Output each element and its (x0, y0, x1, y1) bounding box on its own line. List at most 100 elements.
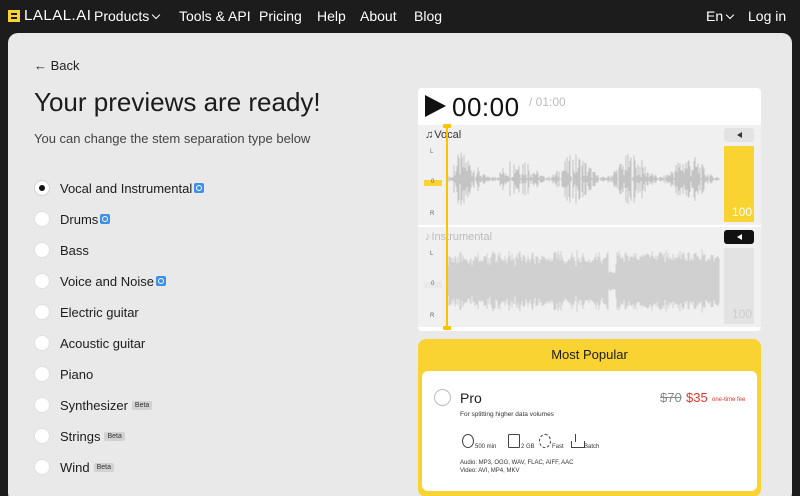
language-label: En (706, 8, 724, 24)
logo[interactable]: LALAL.AI (8, 7, 91, 24)
stem-option[interactable]: Synthesizer Beta (34, 395, 153, 415)
beta-badge: Beta (104, 431, 125, 441)
main-card: ← Back Your previews are ready! You can … (8, 33, 792, 496)
stem-option[interactable]: Voice and Noise (34, 271, 166, 291)
stem-option[interactable]: Electric guitar (34, 302, 139, 322)
plan-card-pro[interactable]: Pro For splitting higher data volumes $7… (422, 371, 757, 491)
track-name: ♪ Instrumental (425, 231, 492, 243)
stem-label: Voice and Noise (60, 273, 154, 289)
stem-radio[interactable] (34, 242, 50, 258)
beta-badge: Beta (131, 400, 153, 410)
play-icon[interactable] (425, 95, 446, 117)
nav-pricing[interactable]: Pricing (259, 8, 302, 24)
page-title: Your previews are ready! (34, 87, 321, 117)
channel-left-label: L (430, 149, 434, 155)
channel-left-label: L (430, 251, 434, 257)
stem-radio[interactable] (34, 335, 50, 351)
volume-value: 100 (731, 205, 752, 219)
mute-button[interactable] (724, 230, 754, 244)
stem-option[interactable]: Strings Beta (34, 426, 125, 446)
mute-button[interactable] (724, 128, 754, 142)
feature-label: Batch (584, 444, 600, 450)
chevron-down-icon (725, 10, 735, 20)
back-link[interactable]: ← Back (34, 58, 80, 73)
stem-radio[interactable] (34, 428, 50, 444)
track-vocal: ♫Vocal L 0 R 100 (418, 125, 761, 225)
plan-radio[interactable] (434, 389, 451, 406)
new-price: $35 (686, 390, 708, 405)
stem-label: Piano (60, 366, 94, 382)
language-selector[interactable]: En (706, 8, 735, 24)
pan-control[interactable]: L 0 R (424, 247, 442, 321)
music-note-icon: ♪ (425, 231, 431, 243)
stem-radio[interactable] (34, 459, 50, 475)
stem-radio[interactable] (34, 180, 50, 196)
pro-badge-icon (194, 183, 205, 193)
track-instrumental-label: Instrumental (431, 231, 493, 243)
stem-label: Strings (60, 428, 101, 444)
pro-badge-icon (155, 276, 166, 286)
volume-fader[interactable]: 100 (724, 248, 754, 324)
feature-label: 2 GB (521, 444, 535, 450)
beta-badge: Beta (93, 462, 115, 472)
nav-products-label: Products (94, 8, 150, 24)
track-instrumental: ♪ Instrumental L 0 R 100 (418, 227, 761, 327)
stem-option[interactable]: Drums (34, 209, 111, 229)
logo-icon (8, 9, 20, 22)
stem-label: Bass (60, 242, 89, 258)
stem-label: Vocal and Instrumental (60, 180, 193, 196)
track-name: ♫Vocal (425, 129, 461, 141)
channel-mid-label: 0 (431, 281, 435, 287)
stem-label: Synthesizer (60, 397, 128, 413)
volume-fader[interactable]: 100 (724, 146, 754, 222)
stem-option[interactable]: Wind Beta (34, 457, 115, 477)
stem-radio[interactable] (34, 366, 50, 382)
supported-formats: Audio: MP3, OGG, WAV, FLAC, AIFF, AAC Vi… (460, 459, 573, 475)
page-subtitle: You can change the stem separation type … (34, 131, 311, 146)
feature-label: 500 min (475, 444, 497, 450)
vocal-waveform[interactable] (448, 141, 720, 217)
nav-tools-api[interactable]: Tools & API (179, 8, 251, 24)
pricing-panel: Most Popular Pro For splitting higher da… (418, 339, 761, 496)
stem-label: Drums (60, 211, 99, 227)
logo-text: LALAL.AI (24, 7, 92, 24)
pan-handle[interactable]: 0 (424, 281, 442, 288)
stem-label: Acoustic guitar (60, 335, 146, 351)
volume-value: 100 (731, 307, 752, 321)
stem-radio[interactable] (34, 273, 50, 289)
nav-products[interactable]: Products (94, 8, 161, 24)
total-time: / 01:00 (529, 95, 566, 109)
preview-player: 00:00 / 01:00 ♫Vocal L 0 R 100 ♪Instrume… (418, 88, 761, 331)
stem-option[interactable]: Vocal and Instrumental (34, 178, 205, 198)
nav-help[interactable]: Help (317, 8, 346, 24)
video-formats: Video: AVI, MP4, MKV (460, 468, 520, 474)
nav-blog[interactable]: Blog (414, 8, 442, 24)
stem-radio[interactable] (34, 211, 50, 227)
nav-about[interactable]: About (360, 8, 397, 24)
current-time: 00:00 (452, 92, 520, 122)
plan-description: For splitting higher data volumes (460, 411, 554, 418)
channel-mid-label: 0 (431, 179, 435, 185)
upload-icon (571, 434, 585, 448)
login-link[interactable]: Log in (748, 8, 786, 24)
stem-option[interactable]: Piano (34, 364, 93, 384)
plan-name: Pro (460, 390, 482, 406)
pan-control[interactable]: L 0 R (424, 145, 442, 219)
speed-icon (539, 434, 551, 448)
price-note: one-time fee (712, 397, 746, 403)
old-price: $70 (660, 390, 682, 405)
top-nav: LALAL.AI Products Tools & API Pricing He… (0, 0, 800, 32)
pan-handle[interactable]: 0 (424, 179, 442, 186)
most-popular-label: Most Popular (551, 347, 628, 362)
stem-option[interactable]: Bass (34, 240, 89, 260)
instrumental-waveform[interactable] (448, 243, 720, 319)
stem-radio[interactable] (34, 304, 50, 320)
stem-label: Wind (60, 459, 90, 475)
pro-badge-icon (100, 214, 111, 224)
channel-right-label: R (430, 313, 435, 319)
playhead[interactable] (443, 124, 451, 330)
stem-option[interactable]: Acoustic guitar (34, 333, 145, 353)
stem-radio[interactable] (34, 397, 50, 413)
clock-icon (462, 434, 474, 448)
file-icon (508, 434, 520, 448)
